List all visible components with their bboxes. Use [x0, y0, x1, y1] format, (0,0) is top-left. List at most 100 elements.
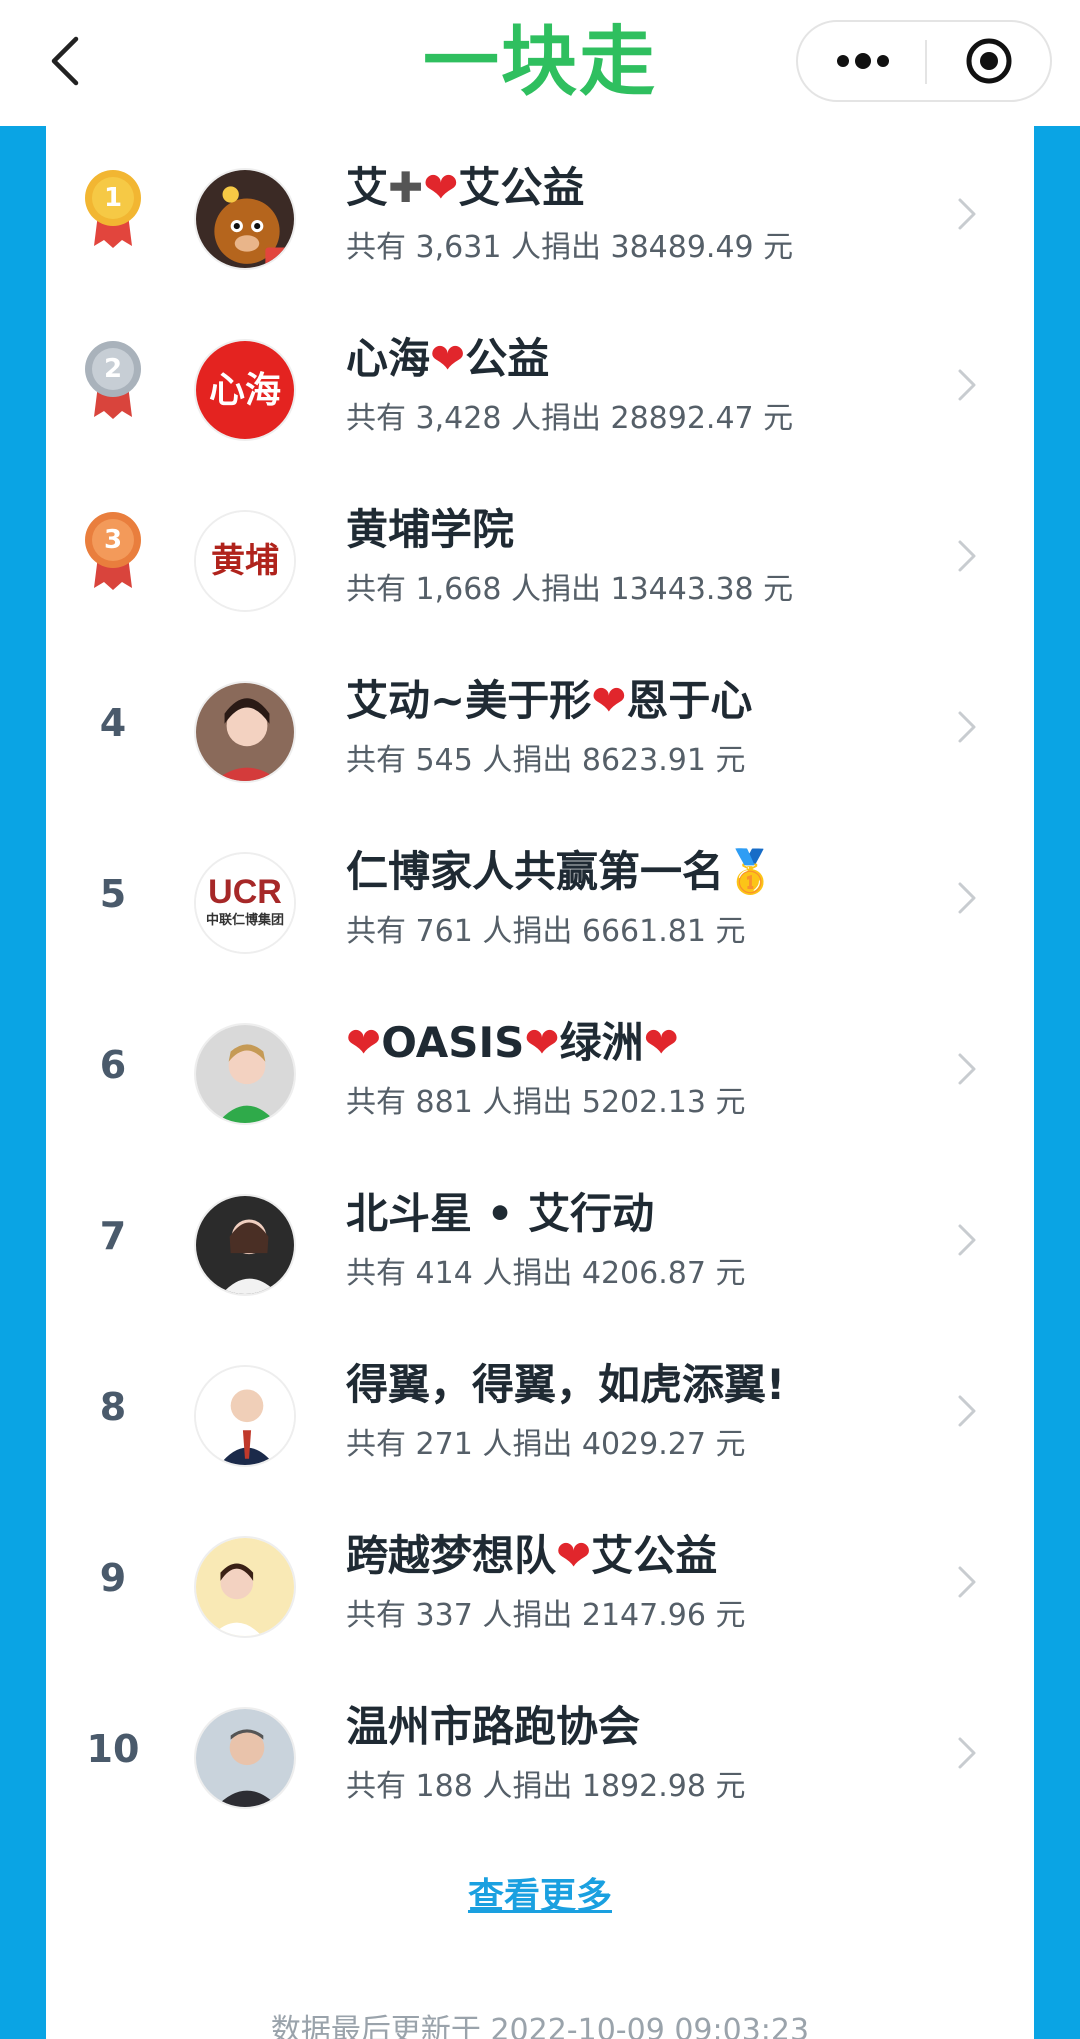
chevron-right-icon: [956, 1051, 986, 1091]
chevron-right-icon: [956, 880, 986, 920]
team-name: 黄埔学院: [346, 502, 946, 558]
team-row[interactable]: 6 ❤OASIS❤绿洲❤ 共有 881 人捐出 5202.13 元: [46, 985, 1034, 1156]
rank-number: 7: [99, 1214, 127, 1258]
heart-icon: ❤: [346, 1018, 382, 1067]
close-miniprogram-button[interactable]: [934, 22, 1044, 100]
target-close-icon: [966, 38, 1012, 84]
team-name-text: 跨越梦想队: [346, 1531, 557, 1580]
team-name-text: 黄埔学院: [346, 505, 515, 554]
capsule-divider: [925, 40, 927, 84]
heart-icon: ❤: [643, 1018, 679, 1067]
chevron-right-icon: [956, 196, 986, 236]
team-row[interactable]: 7 北斗星 • 艾行动共有 414 人捐出 4206.87 元: [46, 1156, 1034, 1327]
team-avatar: 心海: [194, 339, 296, 441]
chevron-right-icon: [956, 709, 986, 749]
avatar-text: UCR: [208, 873, 282, 911]
heart-icon: ❤: [423, 163, 459, 212]
top-bar: 一块走: [0, 0, 1080, 126]
more-button[interactable]: [808, 22, 918, 100]
team-name-text: 艾公益: [458, 163, 585, 212]
rank-number: 1: [103, 183, 123, 213]
team-name-text: 公益: [465, 334, 550, 383]
team-row[interactable]: 8 得翼，得翼，如虎添翼! 共有 271 人捐出 4029.27 元: [46, 1327, 1034, 1498]
team-avatar: [194, 1536, 296, 1638]
team-name-text: OASIS: [381, 1018, 525, 1067]
team-row[interactable]: 1 艾✚❤艾公益共有 3,631 人捐出 38489.49 元: [46, 130, 1034, 301]
team-row[interactable]: 5 UCR 中联仁博集团 仁博家人共赢第一名🥇 共有 761 人捐出 6661.81 元: [46, 814, 1034, 985]
team-name: 温州市路跑协会: [346, 1699, 946, 1755]
team-avatar: [194, 1023, 296, 1125]
heart-icon: ❤: [591, 676, 627, 725]
team-avatar: [194, 1194, 296, 1296]
mini-program-capsule: [796, 20, 1052, 102]
plus-icon: ✚: [388, 163, 424, 212]
team-name: 得翼，得翼，如虎添翼!: [346, 1357, 946, 1413]
team-name-text: 心海: [346, 334, 431, 383]
team-avatar: [194, 1707, 296, 1809]
team-row[interactable]: 2 心海 心海❤公益 共有 3,428 人捐出 28892.47 元: [46, 301, 1034, 472]
rank-number: 9: [99, 1556, 127, 1600]
team-avatar: [194, 1365, 296, 1467]
rank-number: 8: [99, 1385, 127, 1429]
team-name-text: 绿洲: [559, 1018, 644, 1067]
team-name: 心海❤公益: [346, 331, 946, 387]
chevron-left-icon: [51, 36, 79, 86]
donation-summary: 共有 881 人捐出 5202.13 元: [346, 1085, 746, 1120]
rank-number: 2: [103, 354, 123, 384]
team-name-text: 得翼，得翼，如虎添翼!: [346, 1360, 786, 1409]
right-background-strip: [1034, 126, 1080, 2039]
chevron-right-icon: [956, 1564, 986, 1604]
team-name: 北斗星 • 艾行动: [346, 1186, 946, 1242]
heart-icon: ❤: [430, 334, 466, 383]
team-name-text: 艾公益: [591, 1531, 718, 1580]
chevron-right-icon: [956, 367, 986, 407]
team-avatar: 黄埔: [194, 510, 296, 612]
donation-summary: 共有 337 人捐出 2147.96 元: [346, 1598, 746, 1633]
team-name: 艾动~美于形❤恩于心: [346, 673, 946, 729]
donation-summary: 共有 414 人捐出 4206.87 元: [346, 1256, 746, 1291]
avatar-text: 心海: [208, 369, 281, 411]
gold-medal-emoji-icon: 🥇: [724, 847, 777, 896]
avatar-text: 黄埔: [211, 541, 279, 581]
app-root: 一块走 1 艾✚❤艾公益 共有 3,631 人捐出 38489.49 元 2 心海 心海❤…: [0, 0, 1080, 2039]
heart-icon: ❤: [524, 1018, 560, 1067]
donation-summary: 共有 3,631 人捐出 38489.49 元: [346, 230, 794, 265]
view-more-link[interactable]: 查看更多: [440, 1872, 640, 1922]
more-dots-icon: [837, 53, 889, 69]
team-name-text: 温州市路跑协会: [346, 1702, 641, 1751]
donation-summary: 共有 1,668 人捐出 13443.38 元: [346, 572, 794, 607]
donation-summary: 共有 761 人捐出 6661.81 元: [346, 914, 746, 949]
chevron-right-icon: [956, 538, 986, 578]
team-name: 仁博家人共赢第一名🥇: [346, 844, 946, 900]
donation-summary: 共有 545 人捐出 8623.91 元: [346, 743, 746, 778]
donation-summary: 共有 271 人捐出 4029.27 元: [346, 1427, 746, 1462]
team-row[interactable]: 4 艾动~美于形❤恩于心共有 545 人捐出 8623.91 元: [46, 643, 1034, 814]
back-button[interactable]: [40, 30, 90, 92]
team-name-text: 恩于心: [626, 676, 753, 725]
team-avatar: UCR 中联仁博集团: [194, 852, 296, 954]
gold-medal-icon: 1: [82, 168, 144, 248]
ranking-list: 1 艾✚❤艾公益 共有 3,631 人捐出 38489.49 元 2 心海 心海❤公益 共有…: [46, 126, 1034, 2039]
team-avatar: [194, 168, 296, 270]
bronze-medal-icon: 3: [82, 510, 144, 590]
last-updated-text: 数据最后更新于 2022-10-09 09:03:23: [270, 2013, 810, 2039]
team-name-text: 艾: [346, 163, 389, 212]
rank-number: 10: [86, 1727, 140, 1771]
team-row[interactable]: 3 黄埔 黄埔学院共有 1,668 人捐出 13443.38 元: [46, 472, 1034, 643]
rank-number: 6: [99, 1043, 127, 1087]
heart-icon: ❤: [556, 1531, 592, 1580]
donation-summary: 共有 3,428 人捐出 28892.47 元: [346, 401, 794, 436]
team-name: 跨越梦想队❤艾公益: [346, 1528, 946, 1584]
avatar-subtext: 中联仁博集团: [205, 913, 284, 928]
rank-number: 5: [99, 872, 127, 916]
team-avatar: [194, 681, 296, 783]
rank-number: 4: [99, 701, 127, 745]
team-name: ❤OASIS❤绿洲❤: [346, 1015, 946, 1071]
chevron-right-icon: [956, 1735, 986, 1775]
silver-medal-icon: 2: [82, 339, 144, 419]
team-row[interactable]: 9 跨越梦想队❤艾公益共有 337 人捐出 2147.96 元: [46, 1498, 1034, 1669]
donation-summary: 共有 188 人捐出 1892.98 元: [346, 1769, 746, 1804]
team-row[interactable]: 10 温州市路跑协会共有 188 人捐出 1892.98 元: [46, 1669, 1034, 1840]
chevron-right-icon: [956, 1393, 986, 1433]
team-name-text: 北斗星 • 艾行动: [346, 1189, 655, 1238]
